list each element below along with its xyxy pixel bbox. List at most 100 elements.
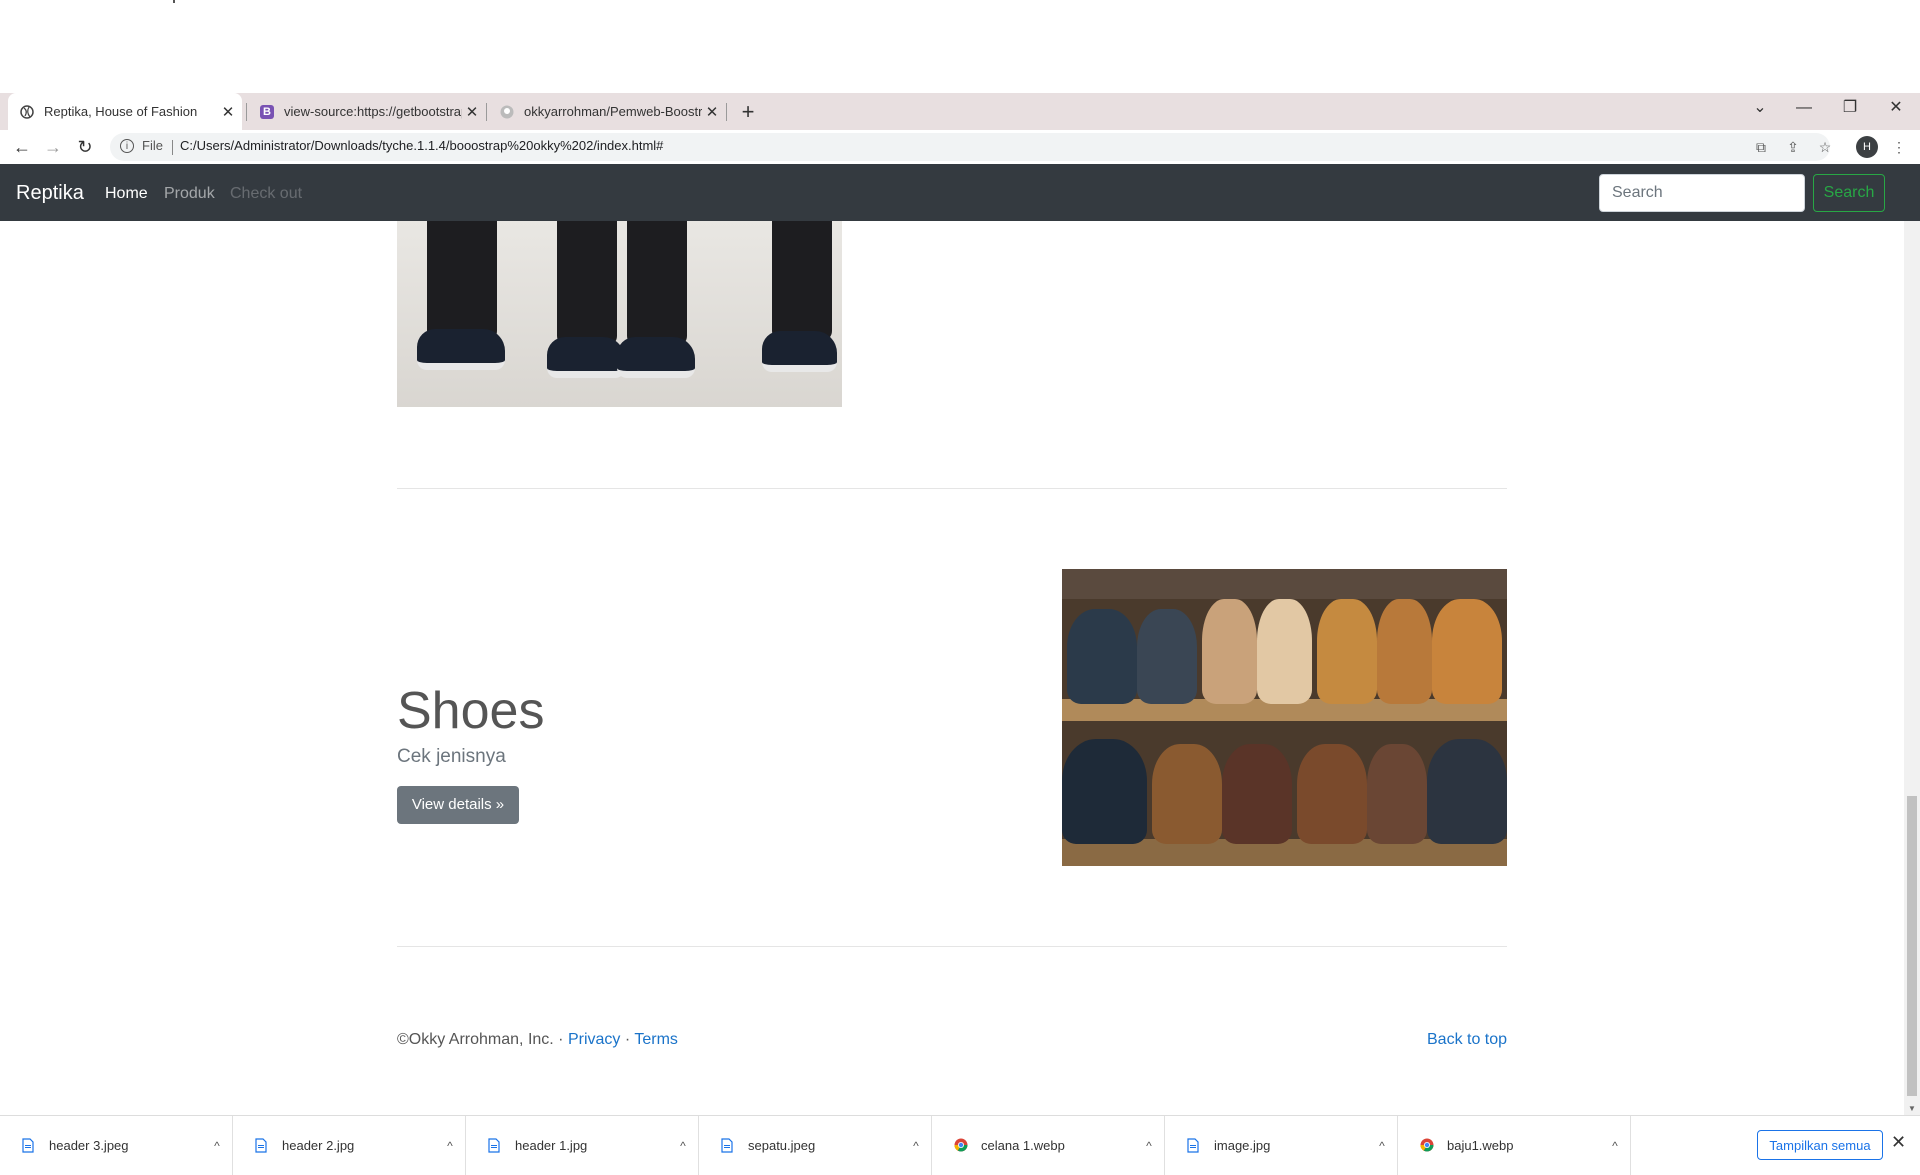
sneaker-shape (547, 337, 625, 378)
shoe-shape (1367, 744, 1427, 844)
tab-view-source[interactable]: B view-source:https://getbootstrap. ✕ (250, 93, 482, 130)
terms-link[interactable]: Terms (634, 1031, 678, 1048)
tab-search-chevron-icon[interactable]: ⌄ (1744, 96, 1776, 120)
shoe-shape (1067, 609, 1137, 704)
show-all-downloads-button[interactable]: Tampilkan semua (1757, 1130, 1883, 1160)
leg-shape (772, 221, 832, 341)
leg-shape (627, 221, 687, 346)
back-to-top-link[interactable]: Back to top (1427, 1031, 1507, 1049)
back-arrow-icon[interactable]: ← (10, 135, 34, 159)
sneaker-shape (617, 337, 695, 378)
navbar-brand[interactable]: Reptika (16, 182, 84, 205)
globe-icon (20, 104, 34, 119)
close-download-bar-icon[interactable]: ✕ (1891, 1132, 1906, 1153)
file-icon (22, 1138, 34, 1153)
tab-title: okkyarrohman/Pemweb-Boostrap (524, 104, 702, 119)
tab-reptika[interactable]: Reptika, House of Fashion ✕ (8, 93, 242, 130)
reload-icon[interactable]: ↻ (73, 135, 97, 159)
tab-github[interactable]: okkyarrohman/Pemweb-Boostrap ✕ (490, 93, 722, 130)
chevron-up-icon[interactable]: ^ (668, 1139, 698, 1153)
leg-shape (427, 221, 497, 341)
nav-link-produk[interactable]: Produk (164, 185, 215, 203)
chevron-up-icon[interactable]: ^ (1367, 1139, 1397, 1153)
scroll-down-arrow-icon[interactable]: ▼ (1908, 1104, 1916, 1113)
download-item[interactable]: celana 1.webp ^ (932, 1116, 1165, 1175)
download-name: image.jpg (1214, 1138, 1271, 1153)
chevron-up-icon[interactable]: ^ (901, 1139, 931, 1153)
restore-icon[interactable]: ❐ (1834, 96, 1866, 120)
shoe-shape (1202, 599, 1257, 704)
address-bar[interactable]: i File C:/Users/Administrator/Downloads/… (110, 133, 1830, 161)
chrome-icon (1420, 1138, 1434, 1153)
sneaker-shape (417, 329, 505, 370)
info-icon[interactable]: i (120, 139, 134, 153)
shoe-shape (1377, 599, 1432, 704)
shelf-top (1062, 569, 1507, 599)
search-input[interactable] (1599, 174, 1805, 212)
download-item[interactable]: header 2.jpg ^ (233, 1116, 466, 1175)
menu-kebab-icon[interactable]: ⋮ (1888, 135, 1910, 159)
download-name: header 2.jpg (282, 1138, 355, 1153)
footer-copyright: ©Okky Arrohman, Inc. · Privacy · Terms (397, 1031, 678, 1049)
tab-title: view-source:https://getbootstrap. (284, 104, 462, 119)
window-close-icon[interactable]: ✕ (1880, 96, 1912, 120)
share-icon[interactable]: ⇪ (1782, 135, 1804, 159)
tab-strip: Reptika, House of Fashion ✕ B view-sourc… (0, 93, 1920, 130)
featurette-heading: Shoes (397, 682, 545, 740)
copyright-text: ©Okky Arrohman, Inc. · (397, 1031, 568, 1048)
download-item[interactable]: header 1.jpg ^ (466, 1116, 699, 1175)
page-content: Shoes Cek jenisnya View details » ©Okky … (0, 221, 1904, 1115)
browser-toolbar: ← → ↻ i File C:/Users/Administrator/Down… (0, 130, 1920, 165)
chevron-up-icon[interactable]: ^ (1600, 1139, 1630, 1153)
chevron-up-icon[interactable]: ^ (435, 1139, 465, 1153)
close-tab-icon[interactable]: ✕ (218, 103, 238, 121)
shoe-shape (1317, 599, 1377, 704)
footer-separator: · (620, 1031, 635, 1048)
search-button[interactable]: Search (1813, 174, 1885, 212)
minimize-icon[interactable]: — (1788, 96, 1820, 120)
scrollbar-thumb[interactable] (1907, 796, 1917, 1096)
leg-shape (557, 221, 617, 346)
shoes-product-image (1062, 569, 1507, 866)
featurette-subtitle: Cek jenisnya (397, 746, 506, 767)
profile-avatar[interactable]: H (1856, 136, 1878, 158)
forward-arrow-icon[interactable]: → (41, 135, 65, 159)
download-name: sepatu.jpeg (748, 1138, 816, 1153)
download-item[interactable]: image.jpg ^ (1165, 1116, 1398, 1175)
chevron-up-icon[interactable]: ^ (1134, 1139, 1164, 1153)
shoe-shape (1222, 744, 1292, 844)
tab-separator (486, 103, 487, 121)
shoe-shape (1432, 599, 1502, 704)
privacy-link[interactable]: Privacy (568, 1031, 620, 1048)
download-item[interactable]: baju1.webp ^ (1398, 1116, 1631, 1175)
url-text[interactable]: C:/Users/Administrator/Downloads/tyche.1… (180, 138, 663, 153)
chevron-up-icon[interactable]: ^ (202, 1139, 232, 1153)
nav-link-home[interactable]: Home (105, 185, 148, 203)
file-icon (1187, 1138, 1199, 1153)
close-tab-icon[interactable]: ✕ (702, 103, 722, 121)
featurette-divider (397, 488, 1507, 489)
bookmark-star-icon[interactable]: ☆ (1814, 135, 1836, 159)
download-name: celana 1.webp (981, 1138, 1065, 1153)
shoe-shape (1137, 609, 1197, 704)
new-tab-plus-icon[interactable]: + (736, 100, 760, 124)
top-blank-area (0, 0, 1920, 93)
file-icon (255, 1138, 267, 1153)
download-name: header 1.jpg (515, 1138, 588, 1153)
github-icon (500, 105, 514, 119)
file-icon (721, 1138, 733, 1153)
featurette-divider (397, 946, 1507, 947)
download-item[interactable]: header 3.jpeg ^ (0, 1116, 233, 1175)
tab-title: Reptika, House of Fashion (44, 104, 198, 119)
site-navbar: Reptika Home Produk Check out Search (0, 164, 1920, 221)
sneaker-shape (762, 331, 837, 372)
shoe-shape (1427, 739, 1507, 844)
bootstrap-icon: B (260, 104, 274, 119)
translate-icon[interactable]: ⧉ (1750, 135, 1772, 159)
nav-link-checkout[interactable]: Check out (230, 185, 302, 203)
view-details-button[interactable]: View details » (397, 786, 519, 824)
url-separator (172, 140, 173, 155)
close-tab-icon[interactable]: ✕ (462, 103, 482, 121)
tab-separator (726, 103, 727, 121)
download-item[interactable]: sepatu.jpeg ^ (699, 1116, 932, 1175)
